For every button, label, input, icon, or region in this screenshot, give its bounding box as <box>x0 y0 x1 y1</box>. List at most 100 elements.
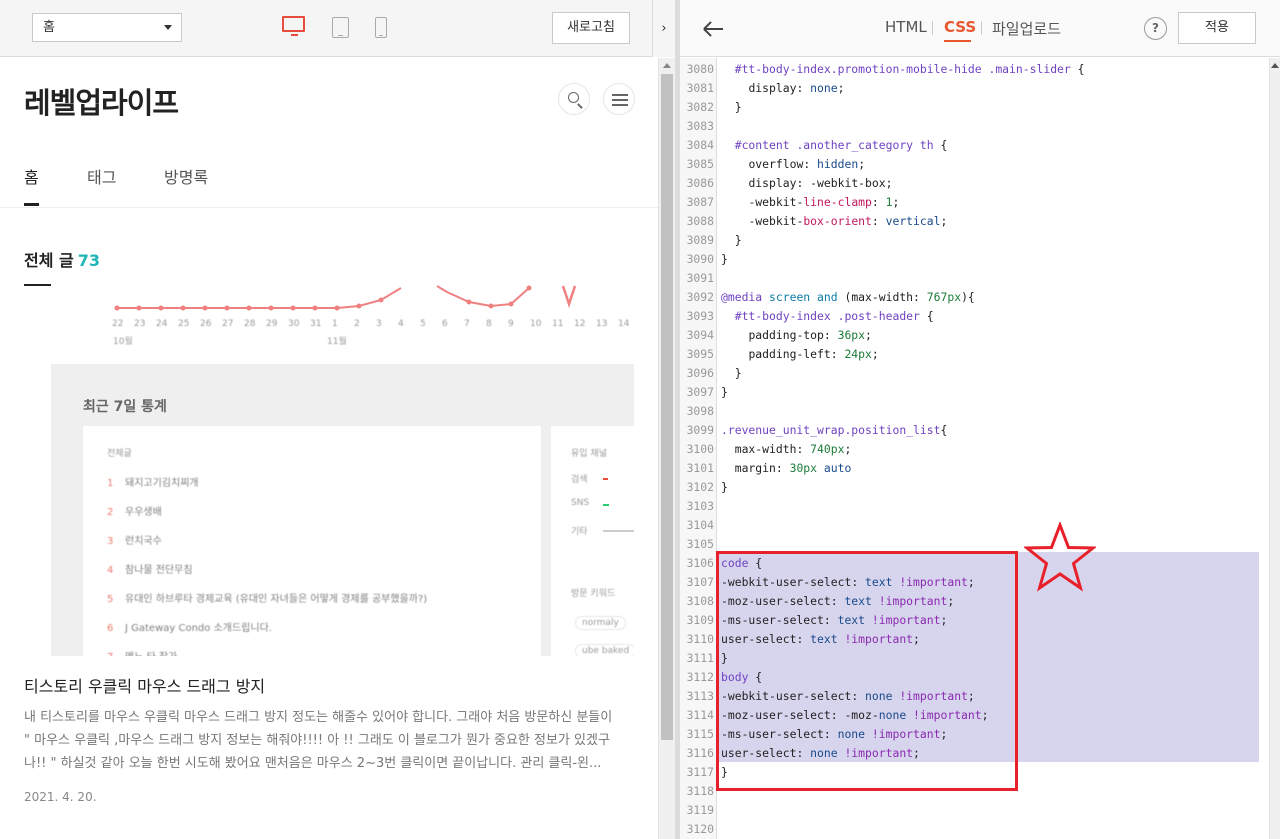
line-number: 3099 <box>686 423 714 437</box>
code-line[interactable]: #tt-body-index .post-header { <box>721 307 934 326</box>
code-line[interactable]: max-width: 740px; <box>721 440 852 459</box>
code-line[interactable]: display: -webkit-box; <box>721 174 892 193</box>
line-number: 3103 <box>686 499 714 513</box>
line-number: 3093 <box>686 309 714 323</box>
thumbnail-x-tick: 24 <box>156 319 168 329</box>
page-select[interactable]: 홈 <box>32 13 182 42</box>
code-line[interactable]: @media screen and (max-width: 767px){ <box>721 288 975 307</box>
tab-html[interactable]: HTML <box>885 18 927 36</box>
tablet-view-icon[interactable] <box>332 17 349 38</box>
thumbnail-x-tick: 22 <box>112 319 124 329</box>
line-number-gutter: 3080 3081 3082 3083 3084 3085 3086 3087 3088 3089… <box>680 58 717 839</box>
line-number: 3107 <box>686 575 714 589</box>
code-line[interactable]: .revenue_unit_wrap.position_list{ <box>721 421 947 440</box>
help-button[interactable]: ? <box>1144 17 1167 40</box>
line-number: 3087 <box>686 195 714 209</box>
code-line[interactable]: } <box>721 364 742 383</box>
nav-guestbook[interactable]: 방명록 <box>164 164 208 188</box>
visits-line-segment-2 <box>436 285 530 308</box>
thumbnail-list-rank: 2 <box>107 507 114 518</box>
apply-button[interactable]: 적용 <box>1178 12 1256 44</box>
line-number: 3108 <box>686 594 714 608</box>
collapse-preview-button[interactable]: › <box>652 0 675 57</box>
tab-css[interactable]: CSS <box>944 18 976 36</box>
visits-points <box>114 285 532 311</box>
scroll-up-icon[interactable] <box>1271 63 1279 68</box>
inflow-bar-search <box>603 478 608 480</box>
code-line[interactable]: padding-top: 36px; <box>721 326 871 345</box>
thumbnail-x-tick: 6 <box>442 319 448 329</box>
code-line[interactable]: display: none; <box>721 79 844 98</box>
tab-file-upload[interactable]: 파일업로드 <box>992 18 1061 39</box>
line-number: 3111 <box>686 651 714 665</box>
back-button[interactable] <box>702 18 724 40</box>
search-button[interactable] <box>558 83 590 115</box>
line-number: 3113 <box>686 689 714 703</box>
line-number: 3086 <box>686 176 714 190</box>
code-line[interactable]: overflow: hidden; <box>721 155 865 174</box>
post-title[interactable]: 티스토리 우클릭 마우스 드래그 방지 <box>24 673 265 697</box>
code-line[interactable]: margin: 30px auto <box>721 459 852 478</box>
thumbnail-x-tick: 7 <box>464 319 470 329</box>
thumbnail-side-row-2: 기타 <box>571 527 588 537</box>
thumbnail-x-tick: 3 <box>376 319 382 329</box>
thumbnail-list-title: 런치국수 <box>125 536 162 547</box>
code-line[interactable]: } <box>721 250 728 269</box>
thumbnail-month-right: 11월 <box>327 337 347 347</box>
thumbnail-visits-chart: 22 23 24 25 26 27 28 29 30 31 1 2 3 4 5 6 7 8 9 10 11 12 13 14 1… <box>51 284 634 364</box>
thumbnail-x-tick: 23 <box>134 319 146 329</box>
post-thumbnail[interactable]: 22 23 24 25 26 27 28 29 30 31 1 2 3 4 5 6 7 8 9 10 11 12 13 14 1… <box>51 284 634 656</box>
thumbnail-side-row-1: SNS <box>571 498 590 508</box>
css-code-editor[interactable]: 3080 3081 3082 3083 3084 3085 3086 3087 3088 3089… <box>680 58 1269 839</box>
code-line[interactable]: -webkit-line-clamp: 1; <box>721 193 899 212</box>
line-number: 3084 <box>686 138 714 152</box>
thumbnail-x-tick: 10 <box>530 319 542 329</box>
scroll-up-icon[interactable] <box>663 63 671 68</box>
desktop-view-icon[interactable] <box>282 16 305 36</box>
code-line[interactable]: -webkit-box-orient: vertical; <box>721 212 947 231</box>
line-number: 3090 <box>686 252 714 266</box>
code-line[interactable]: } <box>721 383 728 402</box>
editor-scrollbar[interactable] <box>1269 58 1280 839</box>
nav-tag[interactable]: 태그 <box>87 164 116 188</box>
search-icon-handle <box>577 103 583 109</box>
thumbnail-x-tick: 30 <box>288 319 300 329</box>
thumbnail-list-item: 2 우우생배 <box>107 503 162 518</box>
line-number: 3098 <box>686 404 714 418</box>
code-line[interactable]: } <box>721 98 742 117</box>
thumbnail-list-rank: 4 <box>107 565 114 576</box>
refresh-button[interactable]: 새로고침 <box>552 12 630 44</box>
code-line[interactable]: } <box>721 231 742 250</box>
code-line[interactable]: } <box>721 478 728 497</box>
thumbnail-x-tick: 4 <box>398 319 404 329</box>
thumbnail-side-row-0: 검색 <box>571 475 588 485</box>
nav-home[interactable]: 홈 <box>24 164 39 188</box>
nav-divider <box>0 207 658 208</box>
preview-scrollbar[interactable] <box>658 58 675 839</box>
thumbnail-x-tick: 2 <box>354 319 360 329</box>
star-annotation-icon <box>1024 522 1096 592</box>
preview-scroll-thumb[interactable] <box>661 74 673 740</box>
thumbnail-x-tick: 11 <box>552 319 564 329</box>
hamburger-icon-bar <box>612 99 628 101</box>
thumbnail-x-tick: 29 <box>266 319 278 329</box>
thumbnail-list-rank: 6 <box>107 623 114 634</box>
preview-toolbar: 홈 새로고침 <box>0 0 675 57</box>
line-number: 3120 <box>686 822 714 836</box>
code-line[interactable]: #tt-body-index.promotion-mobile-hide .ma… <box>721 60 1085 79</box>
thumbnail-list-item: 3 런치국수 <box>107 532 162 547</box>
post-excerpt[interactable]: 내 티스토리를 마우스 우클릭 마우스 드래그 방지 정도는 해줄수 있어야 합… <box>24 706 614 775</box>
thumbnail-x-tick: 1 <box>332 319 338 329</box>
code-line[interactable]: padding-left: 24px; <box>721 345 878 364</box>
code-line[interactable]: #content .another_category th { <box>721 136 948 155</box>
line-number: 3083 <box>686 119 714 133</box>
thumbnail-list-title: 돼지고기김치찌개 <box>125 478 199 489</box>
menu-button[interactable] <box>603 83 635 115</box>
line-number: 3105 <box>686 537 714 551</box>
thumbnail-list-item: 7멘노 타 작가 <box>107 648 177 656</box>
mobile-view-icon[interactable] <box>375 17 387 38</box>
line-number: 3109 <box>686 613 714 627</box>
preview-pane: 홈 새로고침 › 레벨업라이프 홈 태그 방명록 전체 글 73 22 23 2… <box>0 0 675 839</box>
blog-title[interactable]: 레벨업라이프 <box>24 80 179 122</box>
inflow-bar-other <box>603 530 634 532</box>
